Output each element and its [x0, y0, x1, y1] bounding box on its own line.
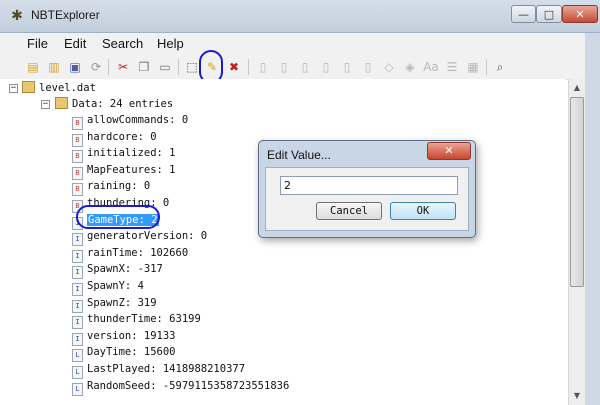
add-string-tag-icon[interactable]: Aa [423, 59, 439, 75]
scroll-thumb[interactable] [570, 97, 584, 287]
toolbar-separator [108, 59, 109, 75]
tree-entry-label: RandomSeed: -5979115358723551836 [87, 379, 290, 392]
tree-node-root-label: level.dat [39, 82, 96, 94]
value-input[interactable] [280, 176, 458, 195]
long-tag-icon: L [72, 382, 83, 396]
tree-entry[interactable]: IgeneratorVersion: 0 [72, 228, 208, 247]
tree-entry-label: version: 19133 [87, 329, 176, 342]
dialog-close-button[interactable]: ✕ [427, 142, 471, 160]
window-title: NBTExplorer [31, 8, 100, 22]
tree-node-data-label: Data: 24 entries [72, 98, 174, 110]
cancel-button[interactable]: Cancel [316, 202, 382, 220]
toolbar-separator [486, 59, 487, 75]
tree-entry-label: MapFeatures: 1 [87, 163, 176, 176]
add-byte-array-icon[interactable]: ◇ [381, 59, 397, 75]
tree-entry[interactable]: L LastPlayed: 1418988210377 [72, 361, 246, 379]
tree-entry[interactable]: I SpawnX: -317 [72, 261, 163, 280]
tree-entry-label: SpawnY: 4 [87, 280, 144, 292]
minimize-button[interactable]: — [511, 5, 536, 23]
add-double-tag-icon[interactable]: ▯ [360, 59, 376, 75]
tree-entry-label: initialized: 1 [87, 147, 176, 160]
tree-entry[interactable]: I SpawnY: 4 [72, 278, 144, 296]
add-byte-tag-icon[interactable]: ▯ [255, 59, 271, 75]
open-folder-icon[interactable]: ▥ [46, 59, 62, 75]
compound-tag-icon [55, 97, 68, 109]
tree-entry-label: DayTime: 15600 [87, 346, 176, 359]
title-bar: ✱ NBTExplorer — □ ✕ [0, 0, 600, 33]
copy-icon[interactable]: ❐ [136, 59, 152, 75]
add-float-tag-icon[interactable]: ▯ [339, 59, 355, 75]
tree-entry-label: SpawnX: -317 [87, 263, 163, 276]
collapse-data-icon[interactable]: − [41, 100, 50, 109]
tree-entry-label: hardcore: 0 [87, 130, 157, 143]
nbtexplorer-window: ✱ NBTExplorer — □ ✕ File Edit Search Hel… [0, 0, 600, 405]
app-icon: ✱ [11, 8, 23, 24]
tree-entry-label: LastPlayed: 1418988210377 [87, 363, 246, 375]
tree-entry[interactable]: IrainTime: 102660 [72, 245, 189, 263]
tree-node-root[interactable]: level.dat [22, 80, 96, 96]
tree-entry-label: raining: 0 [87, 180, 151, 193]
toolbar-separator [248, 59, 249, 75]
tree-node-data[interactable]: Data: 24 entries [55, 96, 173, 112]
toolbar: ▤ ▥ ▣ ⟳ ✂ ❐ ▭ ⬚ ✎ ✖ ▯ ▯ ▯ ▯ ▯ ▯ ◇ ◈ Aa ☰… [0, 55, 600, 80]
tree-entry-label: rainTime: 102660 [87, 246, 189, 259]
dialog-body: Cancel OK [265, 167, 469, 231]
paste-icon[interactable]: ▭ [157, 59, 173, 75]
delete-icon[interactable]: ✖ [226, 59, 242, 75]
menu-file[interactable]: File [27, 36, 48, 51]
dialog-title: Edit Value... [267, 148, 331, 162]
tree-entry[interactable]: I SpawnZ: 319 [72, 295, 157, 313]
scroll-up-icon[interactable]: ▲ [569, 80, 585, 96]
tree-entry-label: generatorVersion: 0 [87, 230, 208, 243]
add-list-tag-icon[interactable]: ☰ [444, 59, 460, 75]
add-compound-tag-icon[interactable]: ▦ [465, 59, 481, 75]
add-int-tag-icon[interactable]: ▯ [297, 59, 313, 75]
save-icon[interactable]: ▣ [67, 59, 83, 75]
tree-entry[interactable]: Iversion: 19133 [72, 328, 176, 346]
rename-icon[interactable]: ⬚ [184, 59, 200, 75]
cut-icon[interactable]: ✂ [115, 59, 131, 75]
tree-entry-label: thunderTime: 63199 [87, 313, 201, 326]
collapse-root-icon[interactable]: − [9, 84, 18, 93]
tree-entry[interactable]: Binitialized: 1 [72, 145, 176, 164]
tree-entry[interactable]: L DayTime: 15600 [72, 344, 176, 363]
tree-entry[interactable]: IthunderTime: 63199 [72, 311, 201, 330]
tree-entry[interactable]: B MapFeatures: 1 [72, 162, 176, 180]
scroll-down-icon[interactable]: ▼ [569, 388, 585, 404]
file-icon [22, 81, 35, 93]
add-int-array-icon[interactable]: ◈ [402, 59, 418, 75]
find-icon[interactable]: ⌕ [492, 59, 508, 75]
tree-entry[interactable]: Braining: 0 [72, 178, 151, 197]
close-button[interactable]: ✕ [562, 5, 598, 23]
ok-button[interactable]: OK [390, 202, 456, 220]
tree-entry[interactable]: Bhardcore: 0 [72, 129, 157, 147]
add-long-tag-icon[interactable]: ▯ [318, 59, 334, 75]
refresh-icon[interactable]: ⟳ [88, 59, 104, 75]
menu-search[interactable]: Search [102, 36, 143, 51]
tree-entry[interactable]: L RandomSeed: -5979115358723551836 [72, 378, 290, 396]
tree-entry-label: allowCommands: 0 [87, 114, 189, 126]
menu-help[interactable]: Help [157, 36, 184, 51]
toolbar-separator [178, 59, 179, 75]
add-short-tag-icon[interactable]: ▯ [276, 59, 292, 75]
menu-edit[interactable]: Edit [64, 36, 86, 51]
menu-bar: File Edit Search Help [0, 33, 600, 55]
window-frame-edge [585, 33, 600, 405]
tree-entry[interactable]: BallowCommands: 0 [72, 112, 189, 130]
tree-entry-label: SpawnZ: 319 [87, 296, 157, 309]
tree-scrollbar[interactable]: ▲ ▼ [568, 79, 585, 405]
nbt-tree: − level.dat − Data: 24 entries BallowCom… [0, 79, 566, 405]
selected-entry-highlight-annotation [76, 205, 160, 229]
maximize-button[interactable]: □ [536, 5, 562, 23]
edit-value-dialog: Edit Value... ✕ Cancel OK [258, 140, 476, 238]
open-file-icon[interactable]: ▤ [25, 59, 41, 75]
